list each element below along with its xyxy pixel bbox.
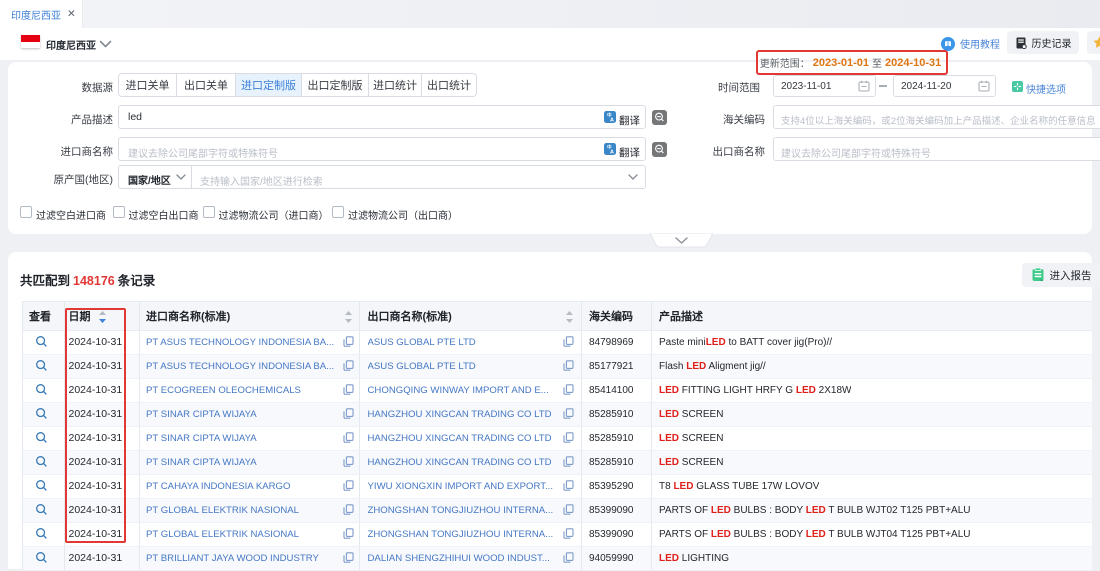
svg-text:A: A xyxy=(610,117,614,123)
svg-text:A: A xyxy=(610,149,614,155)
